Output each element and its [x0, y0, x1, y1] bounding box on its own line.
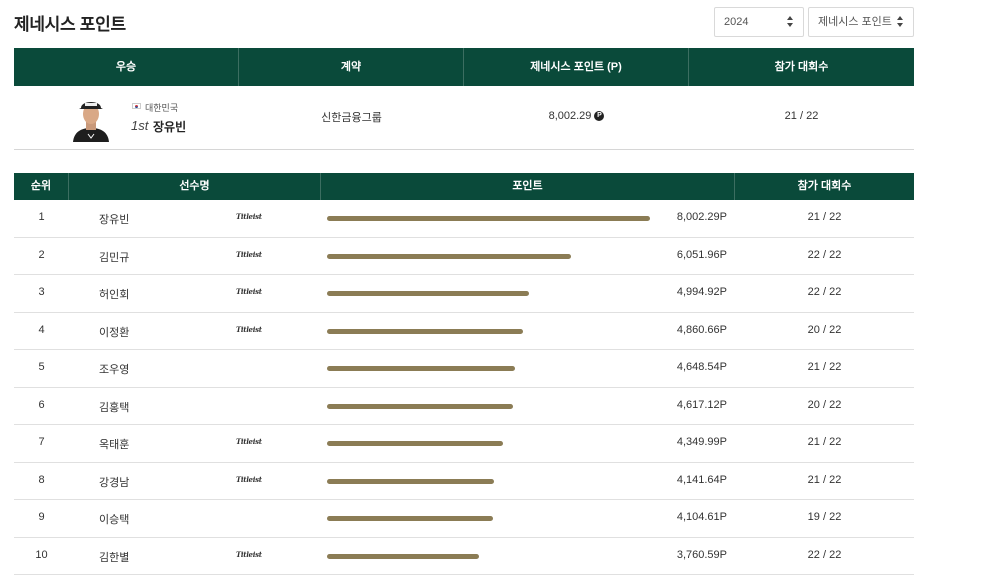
- row-rank: 3: [38, 286, 45, 298]
- ranking-type-select[interactable]: 제네시스 포인트: [808, 7, 914, 37]
- row-rank: 1: [38, 211, 45, 223]
- titleist-logo: Titleist: [236, 474, 262, 484]
- row-points: 8,002.29P: [676, 211, 727, 223]
- row-player-name[interactable]: 김홍택: [99, 399, 129, 415]
- row-player-name[interactable]: 이정환: [99, 324, 129, 340]
- year-select[interactable]: 2024: [714, 7, 804, 37]
- row-points-bar: [327, 366, 515, 371]
- row-player-name[interactable]: 김민규: [99, 249, 129, 265]
- row-rank: 9: [38, 511, 45, 523]
- row-player-name[interactable]: 장유빈: [99, 211, 129, 227]
- select-arrows-icon: [787, 16, 795, 28]
- winner-header-contract: 계약: [239, 48, 464, 86]
- winner-table-header: 우승 계약 제네시스 포인트 (P) 참가 대회수: [14, 48, 914, 86]
- row-points: 4,349.99P: [676, 436, 727, 448]
- page-title: 제네시스 포인트: [14, 15, 126, 34]
- row-player-name[interactable]: 허인회: [99, 286, 129, 302]
- winner-header-points: 제네시스 포인트 (P): [464, 48, 689, 86]
- row-points: 4,104.61P: [676, 511, 727, 523]
- row-rank: 8: [38, 473, 45, 486]
- row-events: 19 / 22: [807, 511, 842, 523]
- row-player-name[interactable]: 옥태훈: [99, 436, 129, 452]
- row-player-name[interactable]: 이승택: [99, 511, 129, 527]
- row-events: 21 / 22: [807, 211, 842, 223]
- row-points: 4,141.64P: [676, 473, 727, 486]
- row-points: 4,994.92P: [676, 286, 727, 298]
- row-points-bar: [327, 516, 493, 521]
- row-rank: 10: [35, 548, 48, 561]
- row-events: 20 / 22: [807, 398, 842, 411]
- table-row[interactable]: 6 김홍택 4,617.12P 20 / 22: [14, 388, 914, 425]
- winner-sponsor: 신한금융그룹: [321, 112, 382, 124]
- winner-rank: 1st: [131, 118, 149, 133]
- ranking-type-select-value: 제네시스 포인트: [818, 16, 892, 28]
- table-row[interactable]: 5 조우영 4,648.54P 21 / 22: [14, 350, 914, 388]
- row-rank: 7: [38, 436, 45, 448]
- row-points-bar: [327, 328, 523, 334]
- row-points-bar: [327, 291, 529, 296]
- row-events: 22 / 22: [807, 286, 842, 298]
- year-select-value: 2024: [724, 16, 749, 28]
- winner-points: 8,002.29 P: [464, 110, 689, 122]
- ranking-list: 1 장유빈 Titleist 8,002.29P 21 / 22 2 김민규 Titleist…: [14, 200, 914, 575]
- winner-header-events: 참가 대회수: [774, 61, 829, 73]
- ranking-header-player: 선수명: [69, 173, 321, 200]
- row-rank: 4: [38, 323, 45, 336]
- winner-row: 대한민국 1st 장유빈 신한금융그룹 8,002.29 P 21 / 22: [14, 86, 914, 150]
- row-points-bar: [327, 553, 479, 559]
- winner-header-win: 우승: [14, 48, 239, 86]
- row-rank: 6: [38, 398, 45, 411]
- row-events: 22 / 22: [807, 248, 842, 261]
- row-points-bar: [327, 253, 571, 259]
- titleist-logo: Titleist: [236, 437, 262, 446]
- table-row[interactable]: 3 허인회 Titleist 4,994.92P 22 / 22: [14, 275, 914, 313]
- row-points: 4,617.12P: [676, 398, 727, 411]
- row-events: 21 / 22: [807, 361, 842, 373]
- titleist-logo: Titleist: [236, 287, 262, 296]
- ranking-header-events: 참가 대회수: [797, 180, 852, 192]
- titleist-logo: Titleist: [236, 249, 262, 259]
- row-player-name[interactable]: 조우영: [99, 361, 129, 377]
- ranking-header-points: 포인트: [321, 173, 735, 200]
- titleist-logo: Titleist: [236, 549, 262, 559]
- row-points: 3,760.59P: [676, 548, 727, 561]
- ranking-header-rank: 순위: [14, 173, 69, 200]
- row-events: 21 / 22: [807, 473, 842, 486]
- row-events: 20 / 22: [807, 323, 842, 336]
- row-events: 22 / 22: [807, 548, 842, 561]
- player-photo[interactable]: [71, 94, 111, 142]
- row-player-name[interactable]: 강경남: [99, 474, 129, 490]
- table-row[interactable]: 8 강경남 Titleist 4,141.64P 21 / 22: [14, 463, 914, 500]
- korea-flag-icon: [132, 103, 141, 109]
- row-points-bar: [327, 441, 503, 446]
- winner-country: 대한민국: [145, 103, 179, 113]
- table-row[interactable]: 1 장유빈 Titleist 8,002.29P 21 / 22: [14, 200, 914, 238]
- row-points-bar: [327, 216, 650, 221]
- table-row[interactable]: 7 옥태훈 Titleist 4,349.99P 21 / 22: [14, 425, 914, 463]
- table-row[interactable]: 10 김한별 Titleist 3,760.59P 22 / 22: [14, 538, 914, 575]
- table-row[interactable]: 4 이정환 Titleist 4,860.66P 20 / 22: [14, 313, 914, 350]
- row-points: 4,860.66P: [676, 323, 727, 336]
- row-points: 6,051.96P: [676, 248, 727, 261]
- row-points-bar: [327, 403, 513, 409]
- row-points-bar: [327, 478, 494, 484]
- titleist-logo: Titleist: [236, 324, 262, 334]
- row-player-name[interactable]: 김한별: [99, 549, 129, 565]
- winner-events: 21 / 22: [784, 110, 819, 122]
- row-rank: 5: [38, 361, 45, 373]
- row-events: 21 / 22: [807, 436, 842, 448]
- winner-name[interactable]: 장유빈: [153, 118, 186, 135]
- ranking-table-header: 순위 선수명 포인트 참가 대회수: [14, 173, 914, 200]
- points-badge-icon: P: [594, 111, 605, 122]
- select-arrows-icon: [897, 16, 905, 28]
- table-row[interactable]: 9 이승택 4,104.61P 19 / 22: [14, 500, 914, 538]
- table-row[interactable]: 2 김민규 Titleist 6,051.96P 22 / 22: [14, 238, 914, 275]
- winner-points-value: 8,002.29: [548, 110, 592, 122]
- row-points: 4,648.54P: [676, 361, 727, 373]
- row-rank: 2: [38, 248, 45, 261]
- titleist-logo: Titleist: [236, 212, 262, 221]
